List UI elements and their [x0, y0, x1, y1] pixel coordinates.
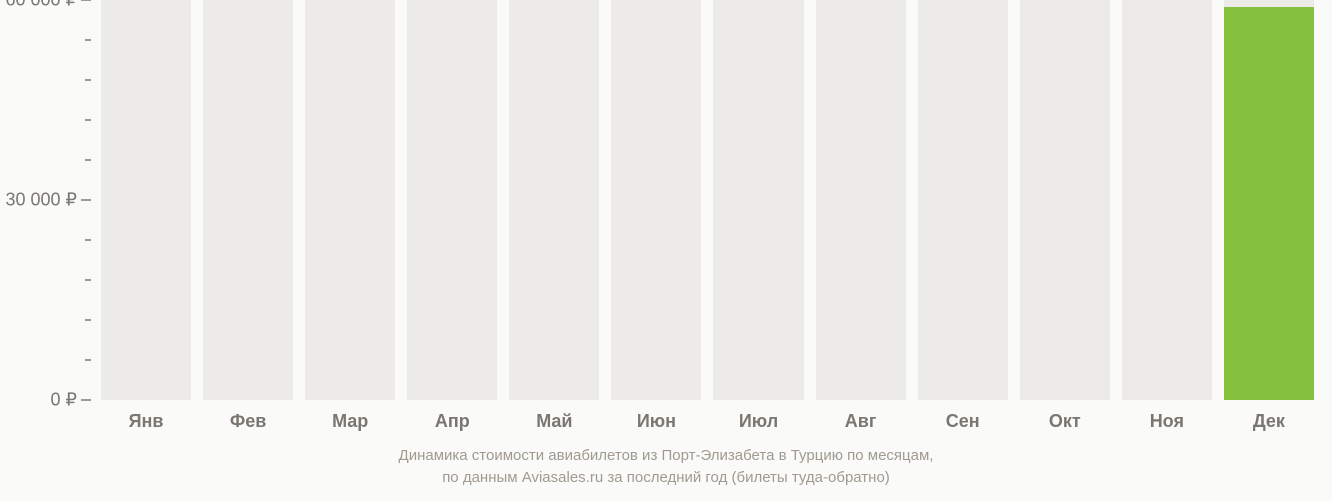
bar-chart: 0 ₽ 30 000 ₽ 60 000 ₽ Янв Фев Мар Апр Май Июн Ию… [0, 0, 1332, 502]
month-column [1218, 0, 1320, 400]
x-label-cell: Май [503, 405, 605, 435]
y-tick [81, 399, 91, 401]
month-column [1014, 0, 1116, 400]
x-axis: Янв Фев Мар Апр Май Июн Июл Авг Сен Окт Ноя Дек [95, 405, 1320, 435]
x-label-cell: Мар [299, 405, 401, 435]
x-label-cell: Янв [95, 405, 197, 435]
month-column [299, 0, 401, 400]
month-shade [203, 0, 293, 400]
month-column [95, 0, 197, 400]
y-tick-minor [85, 119, 91, 121]
x-tick-label: Сен [946, 411, 980, 432]
month-shade [816, 0, 906, 400]
y-tick [81, 0, 91, 1]
month-column [503, 0, 605, 400]
x-label-cell: Дек [1218, 405, 1320, 435]
month-shade [1122, 0, 1212, 400]
month-shade [918, 0, 1008, 400]
month-column [197, 0, 299, 400]
x-label-cell: Окт [1014, 405, 1116, 435]
y-tick-label: 60 000 ₽ [5, 0, 77, 11]
x-label-cell: Сен [912, 405, 1014, 435]
month-shade [305, 0, 395, 400]
y-axis: 0 ₽30 000 ₽60 000 ₽ [0, 0, 95, 400]
y-tick-label: 0 ₽ [51, 390, 77, 411]
x-tick-label: Авг [845, 411, 877, 432]
x-tick-label: Янв [129, 411, 164, 432]
month-column [1116, 0, 1218, 400]
y-tick-label: 30 000 ₽ [5, 190, 77, 211]
month-shade [407, 0, 497, 400]
x-tick-label: Фев [230, 411, 266, 432]
y-tick-minor [85, 159, 91, 161]
chart-title: Динамика стоимости авиабилетов из Порт-Э… [0, 445, 1332, 467]
y-tick-minor [85, 319, 91, 321]
month-shade [713, 0, 803, 400]
y-tick-minor [85, 239, 91, 241]
month-column [912, 0, 1014, 400]
x-label-cell: Июл [707, 405, 809, 435]
x-tick-label: Июн [637, 411, 676, 432]
chart-caption: Динамика стоимости авиабилетов из Порт-Э… [0, 445, 1332, 489]
x-label-cell: Ноя [1116, 405, 1218, 435]
plot-area [95, 0, 1320, 400]
y-tick-minor [85, 79, 91, 81]
month-shade [1020, 0, 1110, 400]
x-tick-label: Апр [435, 411, 470, 432]
plot-bg [95, 0, 1320, 400]
x-tick-label: Дек [1253, 411, 1285, 432]
y-tick [81, 199, 91, 201]
x-label-cell: Июн [605, 405, 707, 435]
y-tick-minor [85, 359, 91, 361]
x-tick-label: Июл [739, 411, 778, 432]
bar[interactable] [1224, 7, 1314, 400]
x-tick-label: Мар [332, 411, 368, 432]
x-tick-label: Май [536, 411, 572, 432]
chart-subtitle: по данным Aviasales.ru за последний год … [0, 467, 1332, 489]
month-column [810, 0, 912, 400]
y-tick-minor [85, 279, 91, 281]
x-label-cell: Апр [401, 405, 503, 435]
month-shade [101, 0, 191, 400]
month-column [605, 0, 707, 400]
x-label-cell: Авг [810, 405, 912, 435]
month-shade [509, 0, 599, 400]
month-shade [611, 0, 701, 400]
y-tick-minor [85, 39, 91, 41]
x-label-cell: Фев [197, 405, 299, 435]
x-tick-label: Ноя [1150, 411, 1184, 432]
x-tick-label: Окт [1049, 411, 1081, 432]
month-column [401, 0, 503, 400]
month-column [707, 0, 809, 400]
